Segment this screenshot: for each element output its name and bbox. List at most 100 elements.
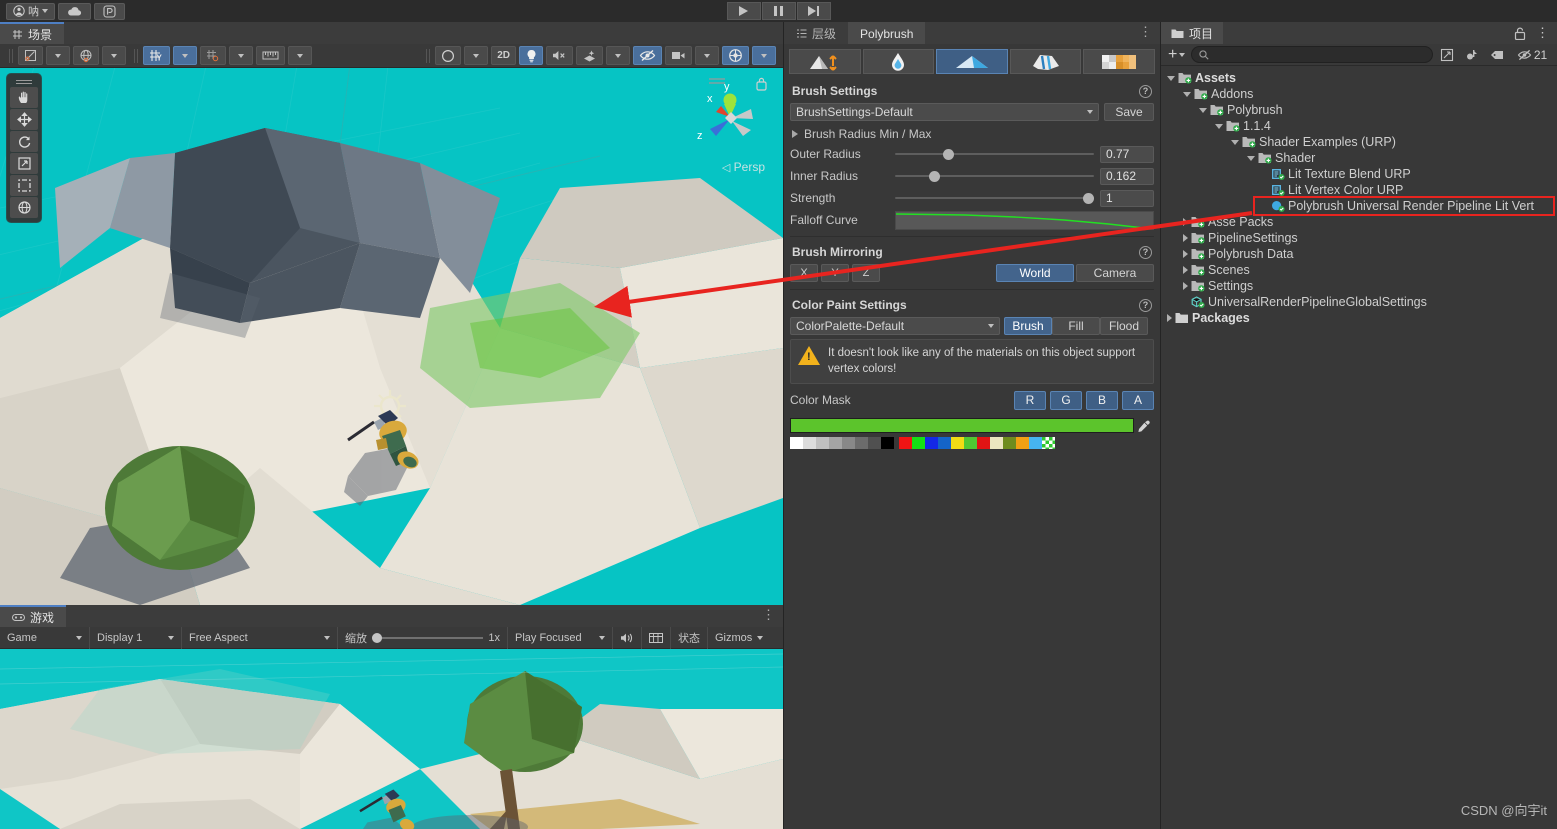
palette-swatch[interactable] [1003,437,1016,450]
palette-swatch[interactable] [1016,437,1029,450]
grid-snap-dropdown[interactable] [173,46,197,65]
inner-radius-field[interactable]: 0.162 [1100,167,1154,185]
vertex-snap-button[interactable] [200,46,226,65]
palette-drag-handle[interactable] [7,77,41,86]
mirror-camera-button[interactable]: Camera [1076,264,1154,282]
move-tool-button[interactable] [10,109,38,130]
tree-row[interactable]: Packages [1161,310,1557,326]
polybrush-panel-menu[interactable]: ⋮ [1139,25,1152,39]
step-button[interactable] [796,2,831,20]
chevron-right-icon[interactable] [1183,250,1188,258]
playmode-dropdown[interactable]: Play Focused [508,626,613,649]
strength-field[interactable]: 1 [1100,189,1154,207]
stats-label-item[interactable]: 状态 [671,626,708,649]
tree-row[interactable]: Scenes [1161,262,1557,278]
chevron-right-icon[interactable] [1167,314,1172,322]
transform-tool-button[interactable] [10,197,38,218]
mask-g-button[interactable]: G [1050,390,1082,410]
brush-radius-foldout[interactable]: Brush Radius Min / Max [790,124,1154,144]
grid-snap-button[interactable]: Y [143,46,170,65]
tree-row[interactable]: Polybrush Universal Render Pipeline Lit … [1161,196,1557,216]
tree-row[interactable]: Polybrush [1161,102,1557,118]
palette-swatch[interactable] [829,437,842,450]
gizmos-toggle-button[interactable] [722,46,749,65]
outer-radius-slider[interactable] [895,145,1094,163]
project-panel-menu[interactable]: ⋮ [1536,26,1549,39]
texture-blend-mode-button[interactable] [1009,49,1082,74]
perspective-label[interactable]: ◁ Persp [722,160,765,174]
label-filter-button[interactable] [1486,46,1508,64]
chevron-down-icon[interactable] [1231,139,1239,145]
color-paint-mode-button[interactable] [936,49,1008,74]
search-input[interactable] [1191,46,1433,63]
palette-swatch[interactable] [803,437,816,450]
game-viewport[interactable] [0,649,783,829]
chevron-right-icon[interactable] [1183,266,1188,274]
tree-row[interactable]: Polybrush Data [1161,246,1557,262]
falloff-curve-field[interactable] [895,210,1154,230]
tab-hierarchy[interactable]: 层级 [784,22,849,44]
tree-row[interactable]: 1.1.4 [1161,118,1557,134]
eyedropper-button[interactable] [1134,417,1154,434]
tab-polybrush[interactable]: Polybrush [848,22,926,44]
ruler-dropdown[interactable] [288,46,312,65]
palette-swatch[interactable] [868,437,881,450]
tree-row[interactable]: Asse Packs [1161,214,1557,230]
hand-tool-button[interactable] [10,87,38,108]
camera-settings-button[interactable] [665,46,692,65]
stats-button[interactable] [642,626,671,649]
paint-mode-brush-button[interactable]: Brush [1004,317,1052,335]
chevron-down-icon[interactable] [1167,75,1175,81]
pause-button[interactable] [761,2,796,20]
outer-radius-field[interactable]: 0.77 [1100,145,1154,163]
help-icon-brush-settings[interactable]: ? [1139,84,1152,98]
palette-swatch[interactable] [912,437,925,450]
zoom-slider-knob[interactable] [372,632,382,643]
palette-swatch[interactable] [881,437,894,450]
game-panel-menu[interactable]: ⋮ [762,608,775,622]
help-icon-color-paint[interactable]: ? [1139,298,1152,312]
lighting-toggle-button[interactable] [519,46,543,65]
chevron-right-icon[interactable] [1183,234,1188,242]
chevron-down-icon[interactable] [1183,91,1191,97]
play-button[interactable] [726,2,761,20]
2d-toggle-button[interactable]: 2D [491,46,516,65]
chevron-down-icon[interactable] [1247,155,1255,161]
tree-row[interactable]: PipelineSettings [1161,230,1557,246]
tree-row[interactable]: Shader Examples (URP) [1161,134,1557,150]
mirror-x-button[interactable]: X [790,264,818,282]
paint-mode-flood-button[interactable]: Flood [1100,317,1148,335]
rotate-tool-button[interactable] [10,131,38,152]
tree-row[interactable]: Lit Texture Blend URP [1161,166,1557,182]
hidden-objects-toggle[interactable] [633,46,662,65]
display-dropdown[interactable]: Display 1 [90,626,182,649]
handle-space-button[interactable] [73,46,99,65]
audio-toggle-button[interactable] [546,46,573,65]
help-icon-mirroring[interactable]: ? [1139,245,1152,259]
tab-scene[interactable]: 场景 [0,22,65,44]
mask-a-button[interactable]: A [1122,390,1154,410]
shading-mode-button[interactable] [435,46,462,65]
scene-viewport[interactable]: y x z ◁ Persp [0,68,783,605]
strength-slider[interactable] [895,189,1094,207]
fx-dropdown[interactable] [606,46,630,65]
visibility-filter-button[interactable]: 21 [1511,46,1553,64]
tree-row[interactable]: Assets [1161,70,1557,86]
smooth-mode-button[interactable] [862,49,935,74]
chevron-right-icon[interactable] [1183,218,1188,226]
save-search-button[interactable] [1436,46,1458,64]
fx-toggle-button[interactable] [576,46,603,65]
aspect-dropdown[interactable]: Free Aspect [182,626,338,649]
inner-radius-slider[interactable] [895,167,1094,185]
mask-b-button[interactable]: B [1086,390,1118,410]
vertex-snap-dropdown[interactable] [229,46,253,65]
palette-swatch[interactable] [842,437,855,450]
tree-row[interactable]: Settings [1161,278,1557,294]
mask-r-button[interactable]: R [1014,390,1046,410]
prefab-scatter-mode-button[interactable] [1083,49,1155,74]
palette-swatch[interactable] [990,437,1003,450]
mirror-z-button[interactable]: Z [852,264,880,282]
tab-project[interactable]: 项目 [1161,22,1224,44]
pivot-dropdown[interactable] [46,46,70,65]
palette-swatch[interactable] [938,437,951,450]
